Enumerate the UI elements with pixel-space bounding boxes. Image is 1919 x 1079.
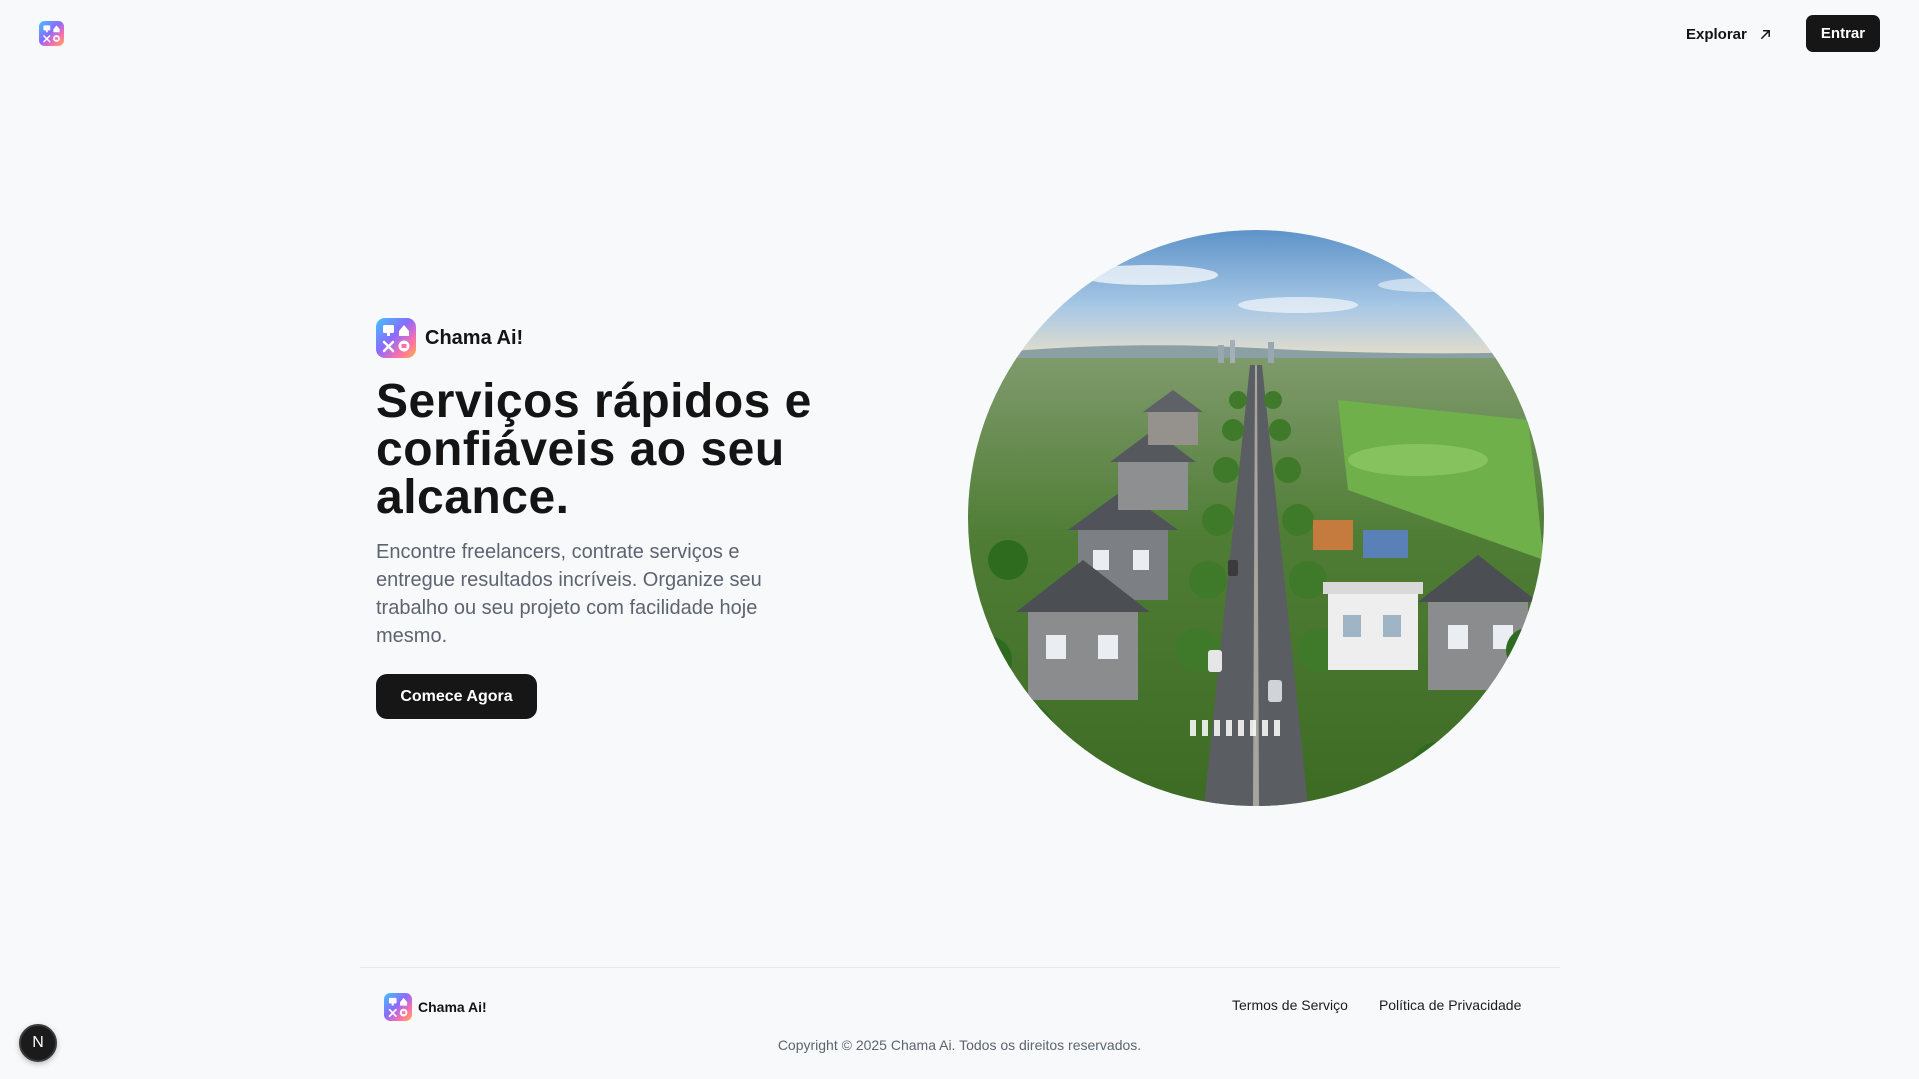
explore-link[interactable]: Explorar xyxy=(1686,20,1772,48)
enter-button[interactable]: Entrar xyxy=(1806,15,1880,52)
footer-divider xyxy=(360,967,1560,968)
privacy-policy-link[interactable]: Política de Privacidade xyxy=(1379,997,1521,1013)
suburban-neighborhood-image xyxy=(968,230,1544,806)
terms-of-service-link[interactable]: Termos de Serviço xyxy=(1232,997,1348,1013)
hero-subtitle: Encontre freelancers, contrate serviços … xyxy=(376,541,762,647)
explore-label: Explorar xyxy=(1686,25,1747,43)
app-logo-icon xyxy=(376,318,416,358)
brand-name: Chama Ai! xyxy=(425,326,524,349)
hero-title-line-3: alcance. xyxy=(376,471,570,524)
copyright-text: Copyright © 2025 Chama Ai. Todos os dire… xyxy=(777,1037,1142,1053)
footer-brand-name: Chama Ai! xyxy=(418,999,487,1015)
landing-page: Explorar Entrar Chama Ai! Serviços rápid… xyxy=(0,0,1919,1079)
arrow-up-right-icon xyxy=(1760,29,1770,39)
footer-links: Termos de Serviço Política de Privacidad… xyxy=(1232,997,1521,1013)
footer-brand[interactable]: Chama Ai! xyxy=(384,993,487,1021)
hero-title-line-1: Serviços rápidos e xyxy=(376,375,812,428)
hero-title-line-2: confiáveis ao seu xyxy=(376,423,785,476)
app-logo-icon[interactable] xyxy=(39,21,64,46)
get-started-button[interactable]: Comece Agora xyxy=(376,674,537,719)
app-logo-icon xyxy=(384,993,412,1021)
dev-tools-badge[interactable]: N xyxy=(19,1024,57,1062)
hero-title: Serviços rápidos e confiáveis ao seu alc… xyxy=(376,378,896,522)
hero-brand: Chama Ai! xyxy=(376,318,523,358)
